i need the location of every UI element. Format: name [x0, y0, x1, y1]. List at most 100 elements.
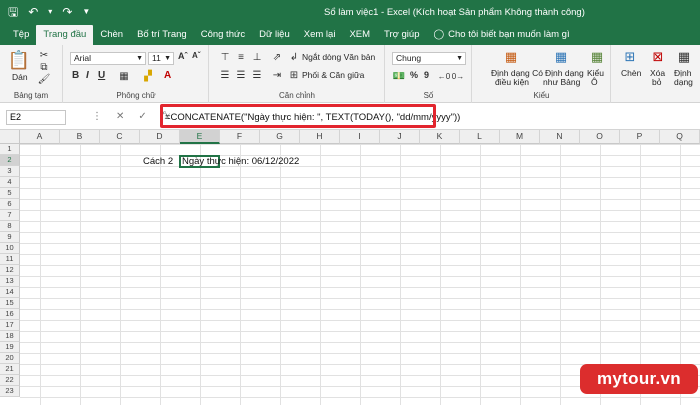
column-header-d[interactable]: D — [140, 130, 180, 144]
comma-icon[interactable]: 9 — [424, 70, 429, 80]
percent-icon[interactable]: % — [410, 70, 418, 80]
cell-d2[interactable]: Cách 2 — [143, 156, 173, 167]
cut-icon[interactable]: ✂ — [38, 49, 50, 61]
wrap-text-button[interactable]: Ngắt dòng Văn bản — [302, 52, 375, 62]
number-format-combo[interactable]: Chung ▼ — [392, 52, 466, 65]
decrease-decimal-icon[interactable]: 0→ — [452, 70, 464, 82]
delete-cells-icon[interactable]: ⊠ — [650, 49, 666, 65]
column-header-b[interactable]: B — [60, 130, 100, 144]
row-header-2[interactable]: 2 — [0, 155, 20, 166]
row-header-23[interactable]: 23 — [0, 386, 20, 397]
font-size-combo[interactable]: 11 ▼ — [148, 52, 174, 65]
indent-icon[interactable]: ⇥ — [270, 69, 284, 81]
tab-view[interactable]: XEM — [342, 25, 377, 45]
column-header-l[interactable]: L — [460, 130, 500, 144]
save-icon[interactable]: 🖫 — [8, 5, 18, 19]
tab-data[interactable]: Dữ liệu — [252, 25, 297, 45]
currency-icon[interactable]: 💵 — [392, 70, 406, 82]
italic-button[interactable]: I — [86, 70, 89, 81]
tab-review[interactable]: Xem lại — [297, 25, 343, 45]
underline-button[interactable]: U — [98, 70, 105, 81]
format-painter-icon[interactable]: 🖌 — [38, 73, 51, 85]
orientation-icon[interactable]: ⇗ — [270, 51, 284, 63]
row-header-1[interactable]: 1 — [0, 144, 20, 155]
row-header-3[interactable]: 3 — [0, 166, 20, 177]
tab-insert[interactable]: Chèn — [93, 25, 130, 45]
align-left-icon[interactable]: ☰ — [218, 69, 232, 81]
tab-formulas[interactable]: Công thức — [194, 25, 252, 45]
column-header-c[interactable]: C — [100, 130, 140, 144]
row-header-14[interactable]: 14 — [0, 287, 20, 298]
fill-color-icon[interactable]: ▞ — [142, 70, 154, 82]
bold-button[interactable]: B — [72, 70, 79, 81]
column-header-q[interactable]: Q — [660, 130, 700, 144]
insert-cells-button[interactable]: Chèn — [621, 68, 641, 78]
paste-label[interactable]: Dán — [12, 72, 28, 82]
column-header-h[interactable]: H — [300, 130, 340, 144]
align-top-icon[interactable]: ⊤ — [218, 51, 232, 63]
row-header-7[interactable]: 7 — [0, 210, 20, 221]
row-header-10[interactable]: 10 — [0, 243, 20, 254]
row-header-16[interactable]: 16 — [0, 309, 20, 320]
name-box[interactable]: E2 — [6, 110, 66, 125]
grow-font-icon[interactable]: Aˆ — [178, 51, 188, 61]
align-middle-icon[interactable]: ≡ — [234, 51, 248, 63]
tab-help[interactable]: Trợ giúp — [377, 25, 426, 45]
row-header-12[interactable]: 12 — [0, 265, 20, 276]
row-header-11[interactable]: 11 — [0, 254, 20, 265]
increase-decimal-icon[interactable]: ←0 — [438, 70, 450, 82]
format-cells-label-2[interactable]: dạng — [674, 77, 693, 87]
row-header-15[interactable]: 15 — [0, 298, 20, 309]
cancel-icon[interactable]: ✕ — [116, 111, 124, 122]
select-all-corner[interactable] — [0, 130, 20, 144]
column-header-a[interactable]: A — [20, 130, 60, 144]
row-header-13[interactable]: 13 — [0, 276, 20, 287]
row-header-5[interactable]: 5 — [0, 188, 20, 199]
format-as-table-icon[interactable]: ▦ — [553, 49, 569, 65]
cell-e2[interactable]: Ngày thực hiện: 06/12/2022 — [182, 156, 299, 167]
conditional-formatting-icon[interactable]: ▦ — [503, 49, 519, 65]
tab-home[interactable]: Trang đầu — [36, 25, 94, 45]
wrap-text-icon[interactable]: ↲ — [288, 51, 300, 63]
column-header-e[interactable]: E — [180, 130, 220, 144]
row-header-6[interactable]: 6 — [0, 199, 20, 210]
dropdown-arrow-icon[interactable]: ▾ — [48, 5, 52, 19]
row-header-9[interactable]: 9 — [0, 232, 20, 243]
insert-cells-icon[interactable]: ⊞ — [622, 49, 638, 65]
column-header-i[interactable]: I — [340, 130, 380, 144]
delete-cells-label-2[interactable]: bỏ — [652, 77, 661, 87]
customize-qat-icon[interactable]: ▼ — [82, 5, 90, 19]
row-header-4[interactable]: 4 — [0, 177, 20, 188]
column-header-o[interactable]: O — [580, 130, 620, 144]
conditional-formatting-label-2[interactable]: điều kiện — [495, 77, 529, 87]
paste-icon[interactable]: 📋 — [8, 49, 30, 71]
font-name-combo[interactable]: Arial ▼ — [70, 52, 146, 65]
align-bottom-icon[interactable]: ⊥ — [250, 51, 264, 63]
merge-center-button[interactable]: Phối & Căn giữa — [302, 70, 364, 80]
row-header-18[interactable]: 18 — [0, 331, 20, 342]
enter-icon[interactable]: ✓ — [138, 111, 146, 122]
column-header-g[interactable]: G — [260, 130, 300, 144]
row-header-19[interactable]: 19 — [0, 342, 20, 353]
redo-icon[interactable]: ↷ — [62, 5, 72, 19]
row-header-17[interactable]: 17 — [0, 320, 20, 331]
column-header-p[interactable]: P — [620, 130, 660, 144]
column-header-m[interactable]: M — [500, 130, 540, 144]
row-header-20[interactable]: 20 — [0, 353, 20, 364]
cell-styles-icon[interactable]: ▦ — [589, 49, 605, 65]
format-cells-icon[interactable]: ▦ — [676, 49, 692, 65]
borders-icon[interactable]: ▦ — [118, 70, 130, 82]
merge-icon[interactable]: ⊞ — [288, 69, 300, 81]
align-center-icon[interactable]: ☰ — [234, 69, 248, 81]
shrink-font-icon[interactable]: Aˇ — [192, 51, 200, 60]
column-header-n[interactable]: N — [540, 130, 580, 144]
column-header-k[interactable]: K — [420, 130, 460, 144]
format-as-table-label-2[interactable]: như Bảng — [543, 77, 580, 87]
tell-me-search[interactable]: ◯ Cho tôi biết bạn muốn làm gì — [426, 25, 576, 45]
cell-styles-label-2[interactable]: Ô — [591, 77, 598, 87]
more-options-icon[interactable]: ⋮ — [92, 111, 102, 122]
tab-file[interactable]: Tệp — [6, 25, 36, 45]
tab-page-layout[interactable]: Bố trí Trang — [130, 25, 194, 45]
align-right-icon[interactable]: ☰ — [250, 69, 264, 81]
column-header-f[interactable]: F — [220, 130, 260, 144]
